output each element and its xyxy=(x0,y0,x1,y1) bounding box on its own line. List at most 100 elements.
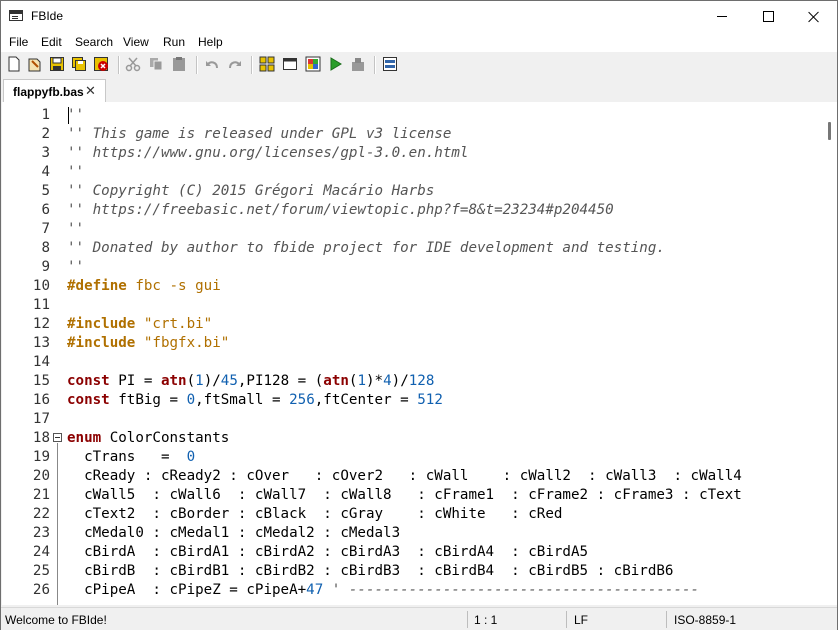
tab-flappyfb[interactable]: flappyfb.bas ✕ xyxy=(3,79,106,103)
run-icon[interactable] xyxy=(328,56,344,72)
line-number: 2 xyxy=(41,126,50,142)
code-token: '' Copyright (C) 2015 Grégori Macário Ha… xyxy=(67,183,435,199)
code-line: '' xyxy=(67,163,84,182)
code-token: '' https://www.gnu.org/licenses/gpl-3.0.… xyxy=(67,145,469,161)
code-token: 512 xyxy=(417,392,443,408)
line-number: 20 xyxy=(32,468,50,484)
code-token: )/ xyxy=(203,373,221,389)
ide-window: FBIde File Edit Search View Run Help fla… xyxy=(0,0,838,630)
open-file-icon[interactable] xyxy=(27,56,43,72)
line-number: 8 xyxy=(41,240,50,256)
code-token: ,ftSmall = xyxy=(195,392,290,408)
text-caret xyxy=(68,107,69,124)
code-token: ,ftCenter = xyxy=(314,392,418,408)
code-token: 0 xyxy=(186,449,196,465)
line-number: 25 xyxy=(32,563,50,579)
menu-help[interactable]: Help xyxy=(198,35,223,49)
code-line: cPipeA : cPipeZ = cPipeA+47 ' ----------… xyxy=(67,581,699,600)
code-token: '' Donated by author to fbide project fo… xyxy=(67,240,665,256)
vertical-scrollbar[interactable] xyxy=(821,102,837,605)
maximize-button[interactable] xyxy=(745,1,791,32)
code-line: cWall5 : cWall6 : cWall7 : cWall8 : cFra… xyxy=(67,486,742,505)
line-ending: LF xyxy=(574,613,589,627)
copy-icon[interactable] xyxy=(148,56,164,72)
close-window-button[interactable] xyxy=(791,1,837,32)
undo-icon[interactable] xyxy=(204,56,220,72)
code-token: 1 xyxy=(195,373,204,389)
line-number: 9 xyxy=(41,259,50,275)
status-separator xyxy=(666,611,667,628)
code-line: #include "crt.bi" xyxy=(67,315,212,334)
code-editor[interactable]: 1 2 3 4 5 6 7 8 9 10 11 12 13 14 15 16 17 18 19 20 21 22 23 24 2… xyxy=(2,102,837,605)
code-line: enum ColorConstants xyxy=(67,429,229,448)
compile-icon[interactable] xyxy=(259,56,275,72)
line-number: 12 xyxy=(32,316,50,332)
toolbar-separator xyxy=(196,56,198,74)
menu-search[interactable]: Search xyxy=(75,35,113,49)
code-token: atn xyxy=(323,373,349,389)
status-message: Welcome to FBIde! xyxy=(5,613,107,627)
line-number: 21 xyxy=(32,487,50,503)
line-number: 11 xyxy=(32,297,50,313)
redo-icon[interactable] xyxy=(227,56,243,72)
line-number: 15 xyxy=(32,373,50,389)
line-number: 26 xyxy=(32,582,50,598)
code-token: ftBig = xyxy=(109,392,187,408)
code-token: cPipeA : cPipeZ = cPipeA+ xyxy=(67,582,307,598)
line-number: 10 xyxy=(32,278,50,294)
scrollbar-thumb[interactable] xyxy=(828,122,831,140)
compile-run-icon[interactable] xyxy=(305,56,321,72)
close-icon xyxy=(808,11,820,23)
line-number: 24 xyxy=(32,544,50,560)
output-icon[interactable] xyxy=(382,56,398,72)
code-token: enum xyxy=(67,430,102,446)
code-line: cText2 : cBorder : cBlack : cGray : cWhi… xyxy=(67,505,562,524)
line-number: 18 xyxy=(32,430,50,446)
code-token: '' https://freebasic.net/forum/viewtopic… xyxy=(67,202,614,218)
code-line: '' xyxy=(67,258,84,277)
quick-run-icon[interactable] xyxy=(350,56,366,72)
save-icon[interactable] xyxy=(49,56,65,72)
window-icon[interactable] xyxy=(282,56,298,72)
title-bar[interactable]: FBIde xyxy=(1,1,837,32)
tab-close-icon[interactable]: ✕ xyxy=(85,83,96,99)
status-bar: Welcome to FBIde! 1 : 1 LF ISO-8859-1 xyxy=(1,607,837,630)
file-encoding: ISO-8859-1 xyxy=(674,613,737,627)
menu-file[interactable]: File xyxy=(9,35,28,49)
line-number: 22 xyxy=(32,506,50,522)
toolbar-separator xyxy=(374,56,376,74)
menu-run[interactable]: Run xyxy=(163,35,185,49)
save-all-icon[interactable] xyxy=(71,56,87,72)
code-line: const PI = atn(1)/45,PI128 = (atn(1)*4)/… xyxy=(67,372,434,391)
paste-icon[interactable] xyxy=(171,56,187,72)
code-token: 1 xyxy=(357,373,367,389)
fold-collapse-icon[interactable] xyxy=(53,433,62,442)
menu-view[interactable]: View xyxy=(123,35,149,49)
code-line: const ftBig = 0,ftSmall = 256,ftCenter =… xyxy=(67,391,443,410)
code-token: #include xyxy=(67,316,136,332)
minimize-button[interactable] xyxy=(699,1,745,32)
close-file-icon[interactable] xyxy=(93,56,109,72)
code-line: cBirdB : cBirdB1 : cBirdB2 : cBirdB3 : c… xyxy=(67,562,673,581)
line-number: 23 xyxy=(32,525,50,541)
code-line: '' Copyright (C) 2015 Grégori Macário Ha… xyxy=(67,182,434,201)
new-file-icon[interactable] xyxy=(6,56,22,72)
line-number: 6 xyxy=(41,202,50,218)
line-number: 17 xyxy=(32,411,50,427)
code-token: ColorConstants xyxy=(101,430,230,446)
code-line: '' Donated by author to fbide project fo… xyxy=(67,239,665,258)
code-token: cBirdA : cBirdA1 : cBirdA2 : cBirdA3 : c… xyxy=(67,544,589,560)
menu-edit[interactable]: Edit xyxy=(41,35,62,49)
line-number: 13 xyxy=(32,335,50,351)
code-token: #include xyxy=(67,335,136,351)
code-line: cMedal0 : cMedal1 : cMedal2 : cMedal3 xyxy=(67,524,400,543)
menu-bar: File Edit Search View Run Help xyxy=(1,32,837,52)
cut-icon[interactable] xyxy=(125,56,141,72)
minimize-icon xyxy=(717,16,727,17)
code-token: '' xyxy=(67,221,85,237)
line-number-gutter: 1 2 3 4 5 6 7 8 9 10 11 12 13 14 15 16 17 18 19 20 21 22 23 24 2… xyxy=(2,102,50,605)
code-line: '' https://www.gnu.org/licenses/gpl-3.0.… xyxy=(67,144,468,163)
code-token: cMedal0 : cMedal1 : cMedal2 : cMedal3 xyxy=(67,525,401,541)
